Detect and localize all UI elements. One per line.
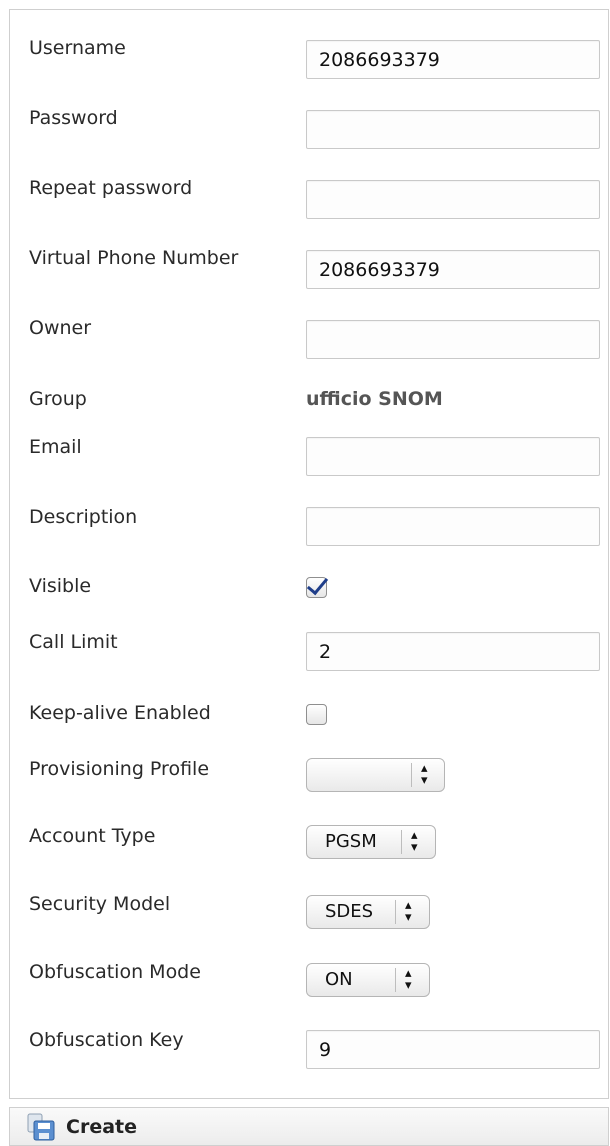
group-value: ufficio SNOM — [306, 388, 443, 410]
form-footer-bar: Create — [9, 1107, 609, 1146]
keep-alive-label: Keep-alive Enabled — [29, 702, 211, 724]
repeat-password-field[interactable] — [306, 180, 600, 219]
virtual-phone-field[interactable]: 2086693379 — [306, 250, 600, 289]
keep-alive-checkbox[interactable] — [306, 704, 327, 725]
select-arrows-icon: ▴ ▾ — [405, 966, 412, 993]
create-button-label: Create — [66, 1116, 137, 1138]
create-button[interactable]: Create — [26, 1112, 137, 1142]
obfuscation-mode-label: Obfuscation Mode — [29, 961, 201, 983]
username-field[interactable]: 2086693379 — [306, 40, 600, 79]
virtual-phone-label: Virtual Phone Number — [29, 247, 239, 269]
owner-field[interactable] — [306, 320, 600, 359]
group-label: Group — [29, 388, 87, 410]
provisioning-profile-select[interactable]: ▴ ▾ — [306, 758, 445, 792]
security-model-value: SDES — [325, 901, 374, 922]
security-model-select[interactable]: SDES ▴ ▾ — [306, 895, 430, 929]
email-label: Email — [29, 436, 82, 458]
visible-label: Visible — [29, 575, 92, 597]
call-limit-field[interactable]: 2 — [306, 632, 600, 671]
obfuscation-mode-value: ON — [325, 969, 353, 990]
select-arrows-icon: ▴ ▾ — [411, 828, 418, 855]
password-label: Password — [29, 107, 118, 129]
account-form-panel — [9, 9, 609, 1099]
account-type-label: Account Type — [29, 825, 156, 847]
select-arrows-icon: ▴ ▾ — [405, 898, 412, 925]
security-model-label: Security Model — [29, 893, 171, 915]
call-limit-label: Call Limit — [29, 631, 118, 653]
description-label: Description — [29, 506, 138, 528]
select-divider — [401, 830, 402, 854]
visible-checkbox[interactable] — [306, 577, 327, 598]
save-disk-icon — [26, 1113, 56, 1141]
obfuscation-key-field[interactable]: 9 — [306, 1030, 600, 1069]
obfuscation-key-label: Obfuscation Key — [29, 1029, 184, 1051]
username-label: Username — [29, 37, 126, 59]
email-field[interactable] — [306, 437, 600, 476]
owner-label: Owner — [29, 317, 92, 339]
provisioning-profile-label: Provisioning Profile — [29, 758, 210, 780]
account-type-value: PGSM — [325, 831, 377, 852]
select-arrows-icon: ▴ ▾ — [421, 761, 428, 788]
select-divider — [395, 968, 396, 992]
password-field[interactable] — [306, 110, 600, 149]
repeat-password-label: Repeat password — [29, 177, 193, 199]
select-divider — [411, 763, 412, 787]
account-type-select[interactable]: PGSM ▴ ▾ — [306, 825, 436, 859]
select-divider — [395, 900, 396, 924]
obfuscation-mode-select[interactable]: ON ▴ ▾ — [306, 963, 430, 997]
description-field[interactable] — [306, 507, 600, 546]
